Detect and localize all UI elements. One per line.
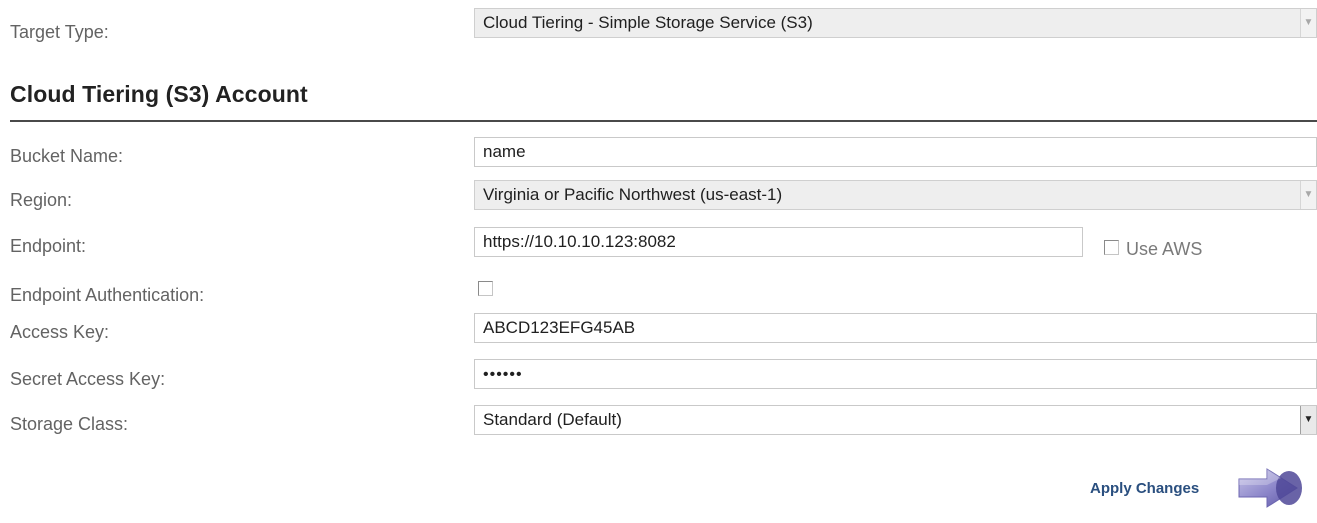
region-value: Virginia or Pacific Northwest (us-east-1… (483, 185, 783, 204)
region-select[interactable]: Virginia or Pacific Northwest (us-east-1… (474, 180, 1317, 210)
secret-access-key-label: Secret Access Key: (10, 369, 166, 389)
bucket-name-label: Bucket Name: (10, 146, 124, 166)
endpoint-input[interactable]: https://10.10.10.123:8082 (474, 227, 1083, 257)
target-type-select[interactable]: Cloud Tiering - Simple Storage Service (… (474, 8, 1317, 38)
access-key-label: Access Key: (10, 322, 110, 342)
section-title: Cloud Tiering (S3) Account (10, 81, 308, 107)
storage-class-value: Standard (Default) (483, 410, 622, 429)
apply-changes-link[interactable]: Apply Changes (1090, 480, 1199, 497)
chevron-down-icon: ▼ (1300, 181, 1316, 209)
chevron-down-icon: ▼ (1300, 9, 1316, 37)
endpoint-label: Endpoint: (10, 236, 87, 256)
access-key-input[interactable]: ABCD123EFG45AB (474, 313, 1317, 343)
use-aws-checkbox[interactable] (1104, 240, 1119, 255)
section-divider (10, 120, 1317, 122)
arrow-right-icon[interactable] (1237, 465, 1305, 511)
storage-class-select[interactable]: Standard (Default) ▼ (474, 405, 1317, 435)
endpoint-auth-checkbox[interactable] (478, 281, 493, 296)
target-type-value: Cloud Tiering - Simple Storage Service (… (483, 13, 813, 32)
target-type-label: Target Type: (10, 22, 109, 42)
access-key-value: ABCD123EFG45AB (483, 318, 636, 337)
bucket-name-input[interactable]: name (474, 137, 1317, 167)
chevron-down-icon: ▼ (1300, 406, 1316, 434)
storage-class-label: Storage Class: (10, 414, 129, 434)
region-label: Region: (10, 190, 73, 210)
endpoint-value: https://10.10.10.123:8082 (483, 232, 676, 251)
bucket-name-value: name (483, 142, 526, 161)
use-aws-label: Use AWS (1126, 239, 1203, 259)
secret-access-key-input[interactable]: •••••• (474, 359, 1317, 389)
secret-access-key-value: •••••• (483, 366, 523, 383)
endpoint-auth-label: Endpoint Authentication: (10, 285, 205, 305)
